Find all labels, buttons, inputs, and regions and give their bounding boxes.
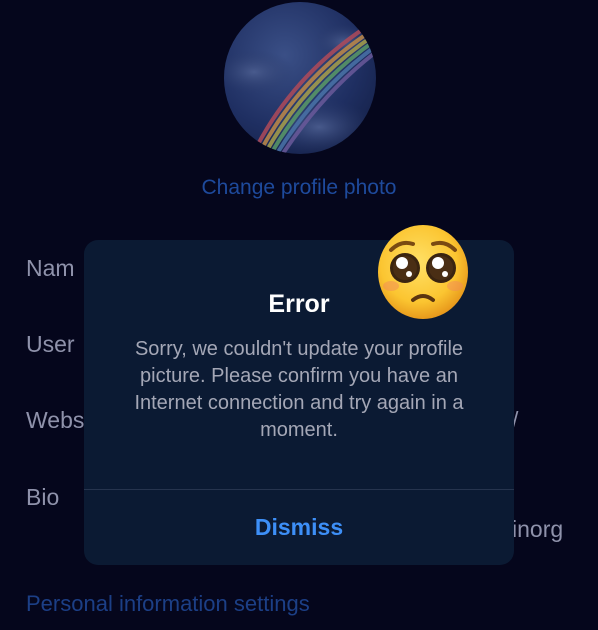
website-field-label: Webs [26, 407, 85, 433]
bio-field-value[interactable]: inorg [512, 516, 563, 543]
name-field-label: Nam [26, 255, 75, 281]
dialog-message: Sorry, we couldn't update your profile p… [134, 338, 464, 441]
pleading-face-emoji-icon [378, 225, 468, 319]
edit-profile-screen: Change profile photo Nam User Webs / Bio… [0, 0, 598, 630]
profile-photo-avatar[interactable] [224, 2, 376, 154]
bio-field-label: Bio [26, 484, 60, 510]
username-field-label: User [26, 331, 75, 357]
dismiss-button[interactable]: Dismiss [84, 490, 514, 565]
rainbow-sky-image [224, 20, 376, 154]
personal-information-settings-link[interactable]: Personal information settings [26, 591, 310, 617]
change-profile-photo-link[interactable]: Change profile photo [0, 176, 598, 200]
